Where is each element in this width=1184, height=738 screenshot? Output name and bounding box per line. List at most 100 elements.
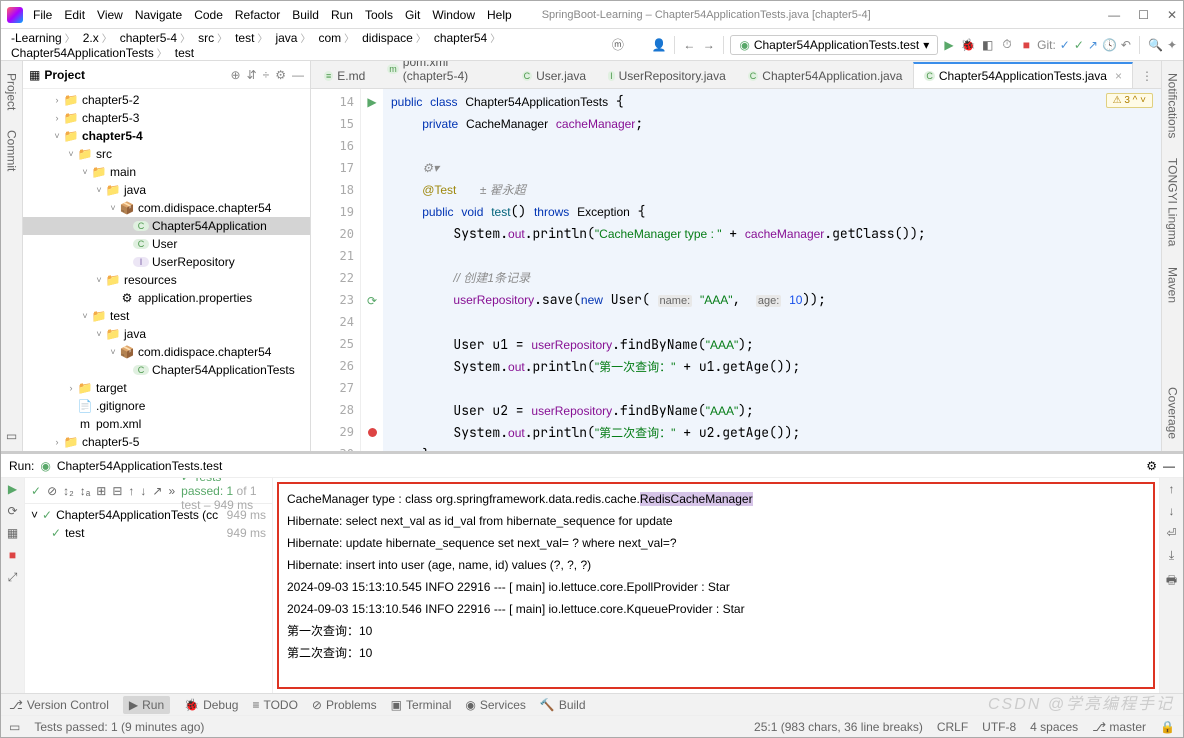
nav-member-icon[interactable]: ⓜ (609, 35, 626, 55)
editor-tab[interactable]: CChapter54ApplicationTests.java× (913, 62, 1133, 88)
panel-settings-icon[interactable]: ⚙ (275, 68, 286, 82)
export-icon[interactable]: ↗ (152, 484, 162, 498)
file-encoding[interactable]: UTF-8 (982, 720, 1016, 734)
menu-edit[interactable]: Edit (58, 5, 91, 25)
tree-node[interactable]: ˅📁java (23, 181, 310, 199)
stop-tests-button[interactable]: ■ (9, 548, 16, 562)
status-icon[interactable]: ▭ (9, 720, 20, 734)
show-passed-icon[interactable]: ✓ (31, 484, 41, 498)
git-rollback-icon[interactable]: ↶ (1121, 38, 1131, 52)
bottom-tab-problems[interactable]: ⊘Problems (312, 698, 377, 712)
tree-node[interactable]: ›📁chapter5-3 (23, 109, 310, 127)
expand-icon[interactable]: ⊞ (96, 484, 106, 498)
tree-node[interactable]: ˅📁main (23, 163, 310, 181)
test-node[interactable]: ˅✓Chapter54ApplicationTests (cc949 ms (27, 506, 270, 524)
bottom-tab-build[interactable]: 🔨Build (540, 698, 586, 712)
prev-icon[interactable]: ↑ (128, 484, 134, 498)
toggle-auto-test-button[interactable]: ▦ (7, 526, 18, 540)
rerun-button[interactable]: ▶ (8, 482, 17, 496)
more-icon[interactable]: » (168, 484, 175, 498)
sort-icon[interactable]: ↕₂ (63, 484, 74, 498)
crumb[interactable]: test (231, 29, 271, 47)
tree-node[interactable]: ˅📁resources (23, 271, 310, 289)
tool-commit[interactable]: Commit (5, 126, 19, 175)
line-separator[interactable]: CRLF (937, 720, 968, 734)
next-icon[interactable]: ↓ (140, 484, 146, 498)
sort-alpha-icon[interactable]: ↕ₐ (80, 484, 90, 498)
select-open-file-icon[interactable]: ⊕ (231, 68, 241, 82)
editor-tab[interactable]: ≡E.md (313, 63, 376, 88)
coverage-button[interactable]: ◧ (979, 35, 996, 55)
indent-info[interactable]: 4 spaces (1030, 720, 1078, 734)
back-button[interactable]: ← (681, 35, 698, 55)
tree-node[interactable]: ˅📁java (23, 325, 310, 343)
inspection-badge[interactable]: ⚠ 3 ^ ˅ (1106, 93, 1153, 108)
scroll-up-icon[interactable]: ↑ (1169, 482, 1175, 496)
crumb[interactable]: test (171, 44, 201, 62)
menu-code[interactable]: Code (188, 5, 229, 25)
print-icon[interactable]: 🖶 (1166, 571, 1177, 592)
git-push-icon[interactable]: ↗ (1088, 38, 1098, 52)
maximize-button[interactable]: ☐ (1138, 8, 1149, 22)
test-tree[interactable]: ˅✓Chapter54ApplicationTests (cc949 ms✓te… (25, 504, 272, 693)
bottom-tab-debug[interactable]: 🐞Debug (184, 698, 238, 712)
tool-tongyi[interactable]: TONGYI Lingma (1166, 154, 1180, 250)
editor-tab[interactable]: CChapter54Application.java (737, 63, 914, 88)
menu-navigate[interactable]: Navigate (129, 5, 188, 25)
caret-position[interactable]: 25:1 (983 chars, 36 line breaks) (754, 720, 923, 734)
project-view-icon[interactable]: ▦ (29, 68, 40, 82)
git-branch[interactable]: ⎇ master (1092, 720, 1146, 734)
profile-button[interactable]: ⏱ (998, 35, 1015, 55)
crumb[interactable]: java (271, 29, 314, 47)
tree-node[interactable]: ˅📁src (23, 145, 310, 163)
bottom-tab-terminal[interactable]: ▣Terminal (391, 698, 452, 712)
tree-node[interactable]: ˅📁test (23, 307, 310, 325)
bottom-tab-run[interactable]: ▶Run (123, 696, 170, 714)
editor-tab[interactable]: CUser.java (511, 63, 598, 88)
crumb[interactable]: didispace (358, 29, 430, 47)
run-button[interactable]: ▶ (940, 35, 957, 55)
expand-all-icon[interactable]: ⇵ (247, 68, 257, 82)
lock-icon[interactable]: 🔒 (1160, 720, 1175, 734)
tree-node[interactable]: CUser (23, 235, 310, 253)
git-commit-icon[interactable]: ✓ (1074, 38, 1084, 52)
menu-refactor[interactable]: Refactor (229, 5, 286, 25)
crumb[interactable]: Chapter54ApplicationTests (7, 44, 171, 62)
rerun-failed-button[interactable]: ⟳ (7, 504, 17, 518)
menu-run[interactable]: Run (325, 5, 359, 25)
hide-run-icon[interactable]: — (1163, 459, 1175, 473)
close-tab-icon[interactable]: × (1115, 69, 1122, 83)
tree-node[interactable]: mpom.xml (23, 415, 310, 433)
tree-node[interactable]: ›📁chapter5-5 (23, 433, 310, 451)
tree-node[interactable]: CChapter54Application (23, 217, 310, 235)
menu-view[interactable]: View (91, 5, 129, 25)
menu-git[interactable]: Git (399, 5, 426, 25)
run-config-selector[interactable]: ◉ Chapter54ApplicationTests.test ▾ (730, 35, 938, 55)
scroll-to-end-icon[interactable]: ⤓ (1169, 548, 1174, 563)
show-ignored-icon[interactable]: ⊘ (47, 484, 57, 498)
ide-settings-icon[interactable]: ✦ (1167, 38, 1177, 52)
user-icon[interactable]: 👤 (651, 35, 668, 55)
collapse-icon[interactable]: ⊟ (112, 484, 122, 498)
crumb[interactable]: com (314, 29, 358, 47)
test-node[interactable]: ✓test949 ms (27, 524, 270, 542)
menu-window[interactable]: Window (426, 5, 481, 25)
run-settings-icon[interactable]: ⚙ (1146, 459, 1157, 473)
tree-node[interactable]: ˅📦com.didispace.chapter54 (23, 343, 310, 361)
scroll-down-icon[interactable]: ↓ (1169, 504, 1175, 518)
bottom-tab-services[interactable]: ◉Services (465, 698, 526, 712)
tool-notifications[interactable]: Notifications (1166, 69, 1180, 142)
tree-node[interactable]: ⚙application.properties (23, 289, 310, 307)
tree-node[interactable]: ›📁target (23, 379, 310, 397)
forward-button[interactable]: → (700, 35, 717, 55)
crumb[interactable]: chapter54 (430, 29, 504, 47)
close-button[interactable]: ✕ (1167, 8, 1177, 22)
console-output[interactable]: CacheManager type : class org.springfram… (277, 482, 1155, 689)
hide-panel-icon[interactable]: — (292, 68, 304, 82)
editor-tab[interactable]: mpom.xml (chapter5-4) (376, 61, 510, 88)
soft-wrap-icon[interactable]: ⏎ (1166, 526, 1176, 540)
tool-project[interactable]: Project (5, 69, 19, 114)
tree-node[interactable]: CChapter54ApplicationTests (23, 361, 310, 379)
git-update-icon[interactable]: ✓ (1060, 38, 1070, 52)
menu-help[interactable]: Help (481, 5, 518, 25)
